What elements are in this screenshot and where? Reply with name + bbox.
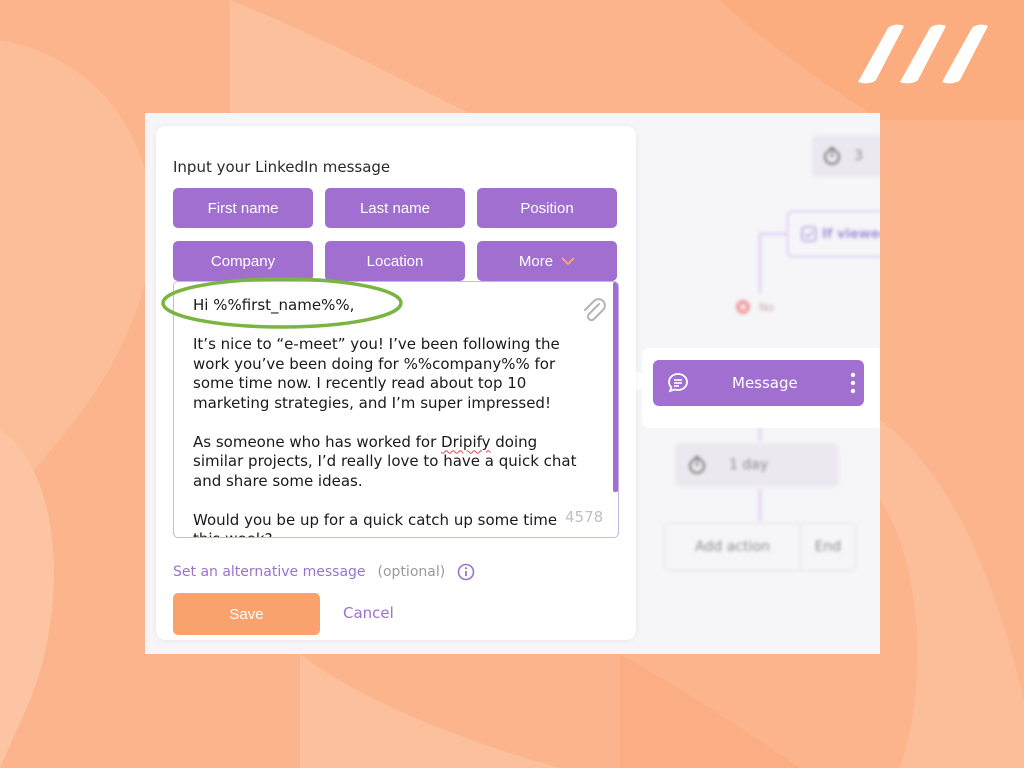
highlight-circle-annotation xyxy=(161,277,403,329)
more-variables-button[interactable]: More xyxy=(477,241,617,281)
x-circle-icon xyxy=(736,300,750,314)
optional-label: (optional) xyxy=(377,564,446,580)
spellcheck-word: Dripify xyxy=(441,432,491,451)
stopwatch-icon xyxy=(824,147,840,165)
message-node-label: Message xyxy=(732,374,798,392)
top-timer-value: 3 xyxy=(854,148,863,164)
set-alternative-message-link[interactable]: Set an alternative message xyxy=(173,564,366,580)
no-label: No xyxy=(759,300,774,314)
message-node[interactable]: Message xyxy=(653,360,864,406)
if-viewed-node[interactable]: If viewed xyxy=(787,211,880,257)
delay-node[interactable]: 1 day xyxy=(675,443,839,487)
insert-position-button[interactable]: Position xyxy=(477,188,617,228)
stopwatch-icon xyxy=(689,456,705,474)
app-screenshot-frame: 3 If viewed No 1 day xyxy=(145,113,880,654)
info-icon[interactable] xyxy=(457,563,475,581)
textarea-scrollbar[interactable] xyxy=(613,282,618,492)
eye-check-icon xyxy=(801,226,817,242)
chevron-down-icon xyxy=(561,257,575,266)
save-button[interactable]: Save xyxy=(173,593,320,635)
connector-line xyxy=(759,489,761,521)
message-paragraph: Would you be up for a quick catch up som… xyxy=(193,510,558,538)
slanted-stripes-logo-icon xyxy=(858,24,988,84)
cancel-button[interactable]: Cancel xyxy=(343,604,394,622)
insert-first-name-button[interactable]: First name xyxy=(173,188,313,228)
kebab-menu-icon[interactable] xyxy=(850,372,856,394)
if-viewed-label: If viewed xyxy=(822,226,880,242)
message-text-fragment: As someone who has worked for xyxy=(193,432,442,451)
top-timer-node[interactable]: 3 xyxy=(812,135,880,177)
add-action-row: Add action End xyxy=(664,523,856,571)
insert-last-name-button[interactable]: Last name xyxy=(325,188,465,228)
more-label: More xyxy=(518,252,554,270)
alternative-message-row: Set an alternative message (optional) xyxy=(173,563,475,581)
character-counter: 4578 xyxy=(565,508,604,526)
connector-line xyxy=(759,233,761,293)
chat-bubble-icon xyxy=(668,373,688,393)
message-body: Hi %%first_name%%, It’s nice to “e-meet”… xyxy=(193,296,588,538)
no-branch: No xyxy=(735,299,774,315)
message-paragraph: It’s nice to “e-meet” you! I’ve been fol… xyxy=(193,335,560,412)
paperclip-icon[interactable] xyxy=(579,296,607,324)
dialog-title: Input your LinkedIn message xyxy=(173,158,391,176)
delay-label: 1 day xyxy=(729,457,769,473)
end-button[interactable]: End xyxy=(801,539,855,555)
linkedin-message-dialog: Input your LinkedIn message First name L… xyxy=(156,126,636,640)
message-paragraph: As someone who has worked for Dripify do… xyxy=(193,433,588,492)
add-action-button[interactable]: Add action xyxy=(665,524,801,570)
